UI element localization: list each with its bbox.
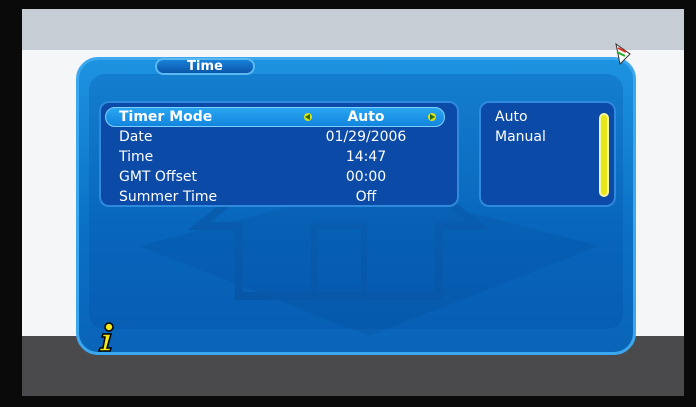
menu-value: 00:00 xyxy=(345,169,387,185)
menu-row-summer-time[interactable]: Summer Time Off xyxy=(101,187,457,207)
menu-label: Timer Mode xyxy=(119,109,213,125)
options-scrollbar[interactable] xyxy=(599,113,609,197)
dish-icon xyxy=(615,42,631,66)
info-icon xyxy=(97,322,114,352)
option-manual[interactable]: Manual xyxy=(495,129,546,145)
menu-label: Time xyxy=(119,149,154,165)
menu-row-gmt-offset[interactable]: GMT Offset 00:00 xyxy=(101,167,457,187)
settings-menu: Timer Mode Auto Date 01/29/2006 Time 14:… xyxy=(99,101,459,207)
menu-value: Off xyxy=(355,189,377,205)
menu-row-time[interactable]: Time 14:47 xyxy=(101,147,457,167)
tv-screen: Time Timer Mode Auto Date 01/29/2006 Tim… xyxy=(0,0,696,407)
menu-row-date[interactable]: Date 01/29/2006 xyxy=(101,127,457,147)
option-auto[interactable]: Auto xyxy=(495,109,528,125)
screen-bezel-left xyxy=(0,0,22,407)
screen-bezel-right xyxy=(684,0,696,407)
menu-row-timer-mode[interactable]: Timer Mode Auto xyxy=(105,107,445,127)
options-list: Auto Manual xyxy=(479,101,616,207)
screen-bezel-bottom xyxy=(0,396,696,407)
menu-value: 14:47 xyxy=(345,149,387,165)
menu-label: Summer Time xyxy=(119,189,218,205)
menu-label: GMT Offset xyxy=(119,169,197,185)
page-title: Time xyxy=(155,58,255,75)
menu-label: Date xyxy=(119,129,153,145)
screen-bezel-top xyxy=(0,0,696,9)
menu-value: Auto xyxy=(347,109,385,125)
arrow-right-icon[interactable] xyxy=(428,113,436,121)
menu-value: 01/29/2006 xyxy=(325,129,407,145)
